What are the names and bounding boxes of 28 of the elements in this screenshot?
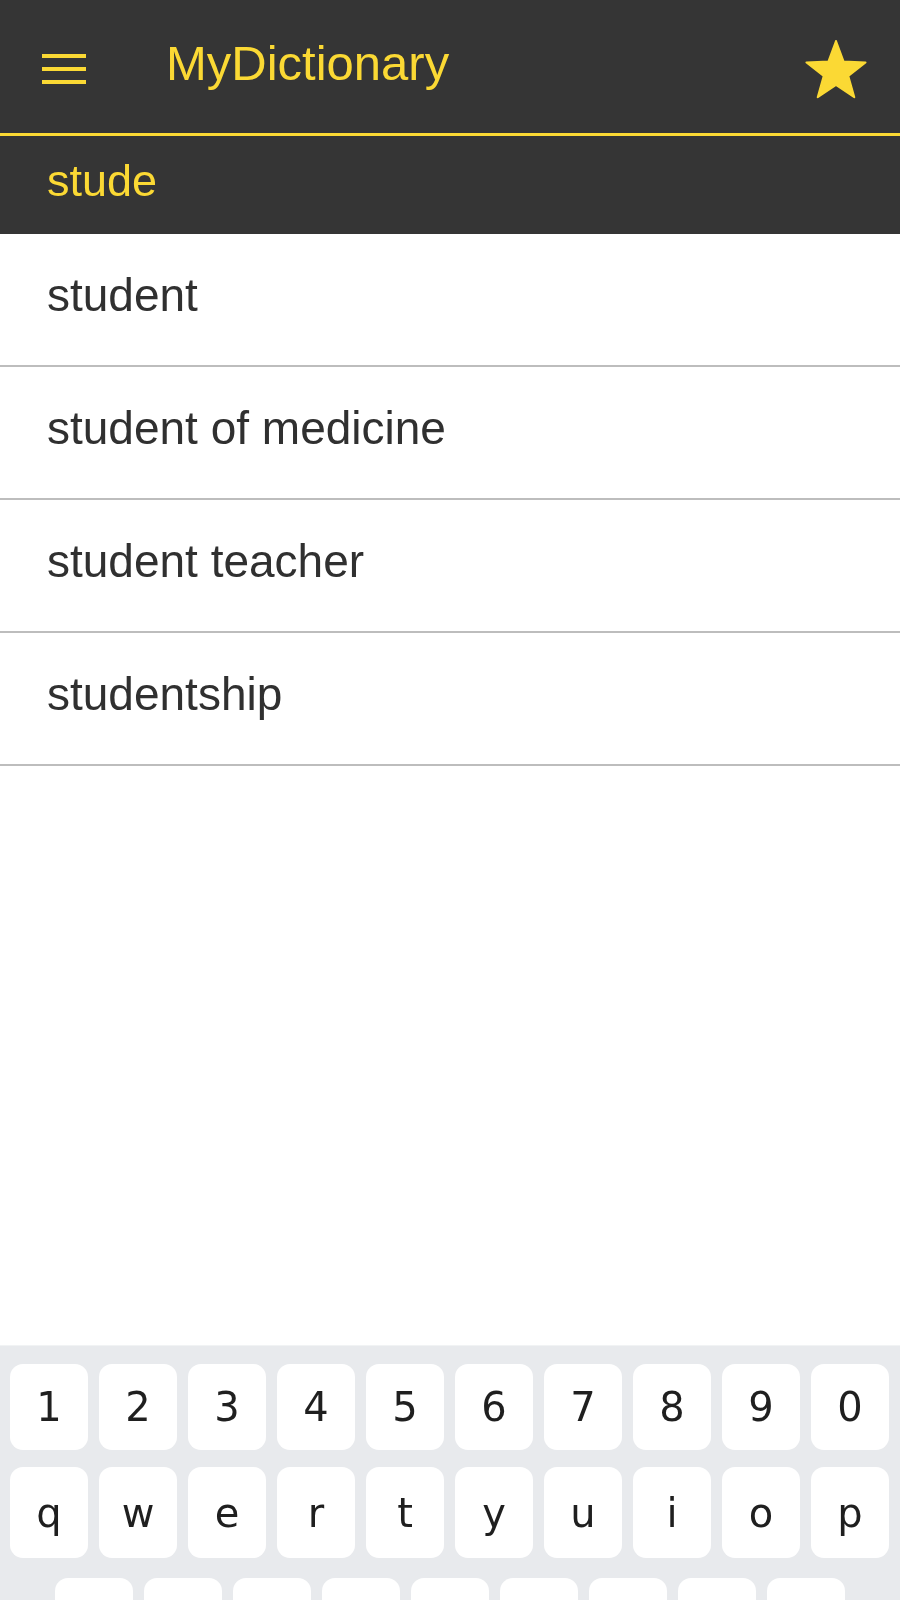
- keyboard-key[interactable]: w: [99, 1467, 177, 1558]
- keyboard-key[interactable]: t: [366, 1467, 444, 1558]
- keyboard-key[interactable]: 7: [544, 1364, 622, 1450]
- keyboard-key[interactable]: i: [633, 1467, 711, 1558]
- search-field[interactable]: stude: [0, 136, 900, 234]
- menu-icon[interactable]: [42, 53, 86, 84]
- keyboard-key[interactable]: 2: [99, 1364, 177, 1450]
- keyboard-key[interactable]: y: [455, 1467, 533, 1558]
- keyboard-key[interactable]: r: [277, 1467, 355, 1558]
- keyboard-key[interactable]: 4: [277, 1364, 355, 1450]
- suggestion-item[interactable]: studentship: [0, 633, 900, 766]
- suggestion-item[interactable]: student of medicine: [0, 367, 900, 500]
- keyboard-key[interactable]: 3: [188, 1364, 266, 1450]
- keyboard-key[interactable]: 0: [811, 1364, 889, 1450]
- keyboard-key[interactable]: p: [811, 1467, 889, 1558]
- keyboard-key[interactable]: 5: [366, 1364, 444, 1450]
- suggestion-item[interactable]: student teacher: [0, 500, 900, 633]
- keyboard-key[interactable]: 8: [633, 1364, 711, 1450]
- star-icon[interactable]: [805, 39, 867, 100]
- keyboard-key[interactable]: 6: [455, 1364, 533, 1450]
- keyboard-key[interactable]: e: [188, 1467, 266, 1558]
- keyboard-key[interactable]: q: [10, 1467, 88, 1558]
- suggestion-item[interactable]: student: [0, 234, 900, 367]
- keyboard-key[interactable]: o: [722, 1467, 800, 1558]
- keyboard-key[interactable]: 9: [722, 1364, 800, 1450]
- keyboard-key[interactable]: 1: [10, 1364, 88, 1450]
- app-title: MyDictionary: [166, 34, 451, 91]
- keyboard-key[interactable]: u: [544, 1467, 622, 1558]
